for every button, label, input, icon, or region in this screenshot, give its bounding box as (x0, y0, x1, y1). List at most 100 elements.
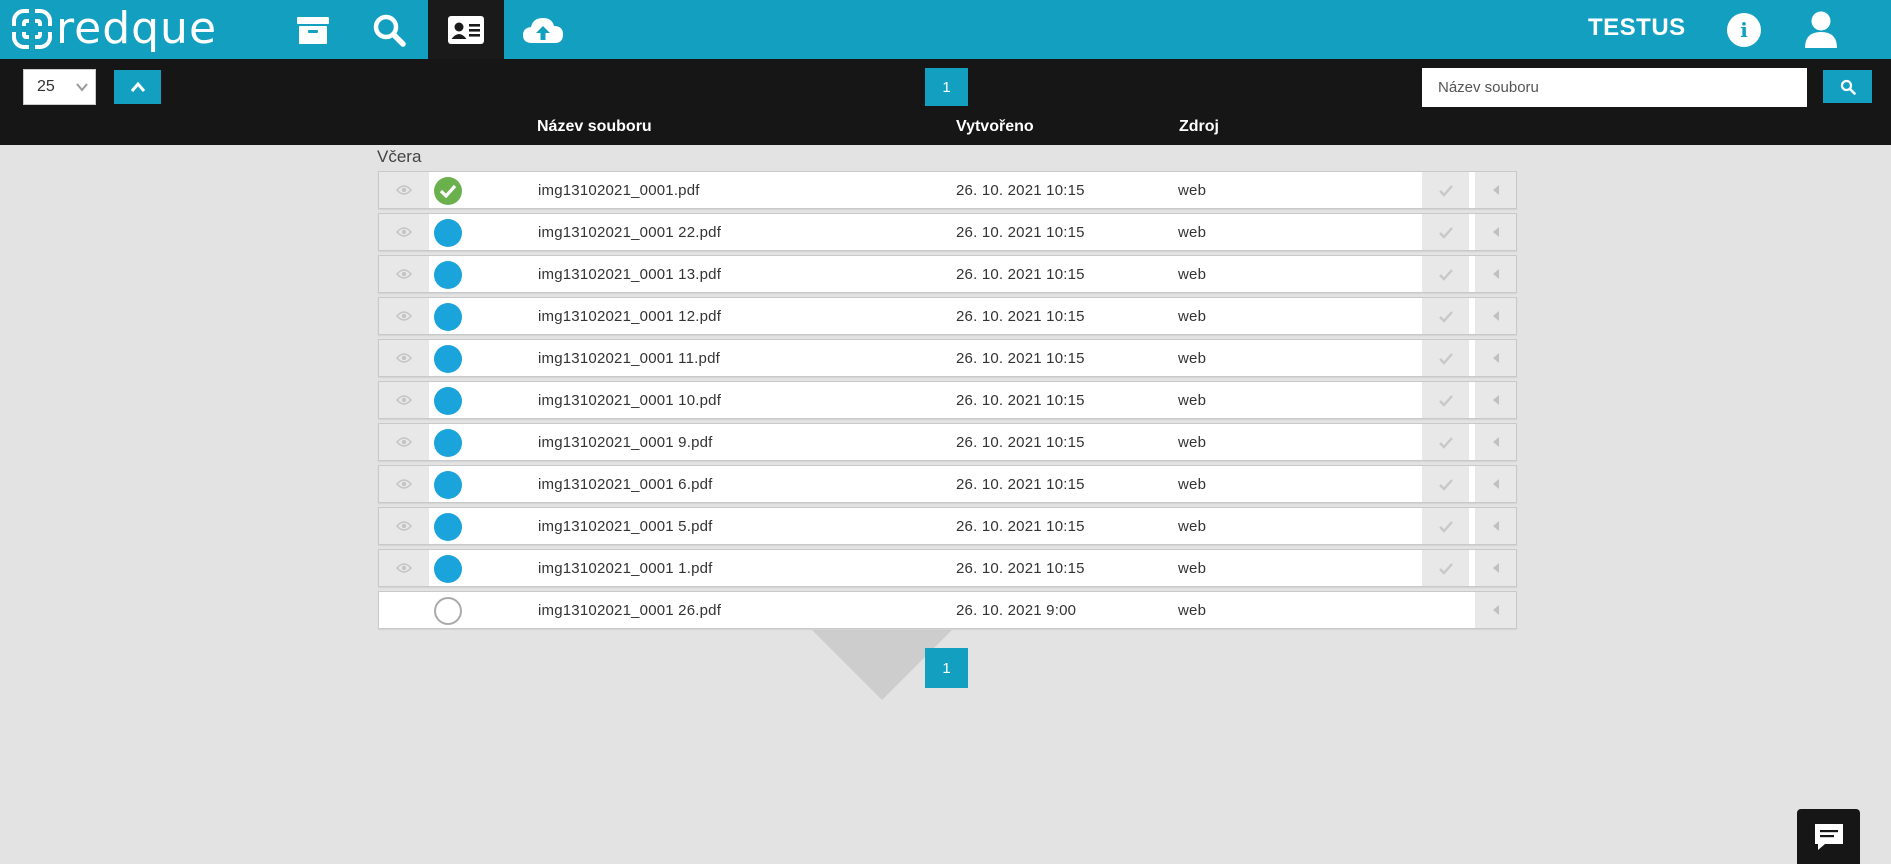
file-name[interactable]: img13102021_0001 1.pdf (538, 560, 713, 577)
expand-button[interactable] (1475, 424, 1516, 460)
column-header-created[interactable]: Vytvořeno (956, 118, 1034, 136)
source-label: web (1178, 476, 1207, 493)
approve-button[interactable] (1422, 424, 1469, 460)
expand-button[interactable] (1475, 298, 1516, 334)
approve-button[interactable] (1422, 298, 1469, 334)
file-name[interactable]: img13102021_0001 22.pdf (538, 224, 721, 241)
expand-button[interactable] (1475, 172, 1516, 208)
preview-button[interactable] (379, 214, 429, 250)
preview-button[interactable] (379, 508, 429, 544)
preview-button[interactable] (379, 466, 429, 502)
file-row[interactable]: img13102021_0001 12.pdf 26. 10. 2021 10:1… (378, 297, 1517, 335)
preview-button[interactable] (379, 550, 429, 586)
created-date: 26. 10. 2021 10:15 (956, 560, 1085, 577)
list-toolbar: 25 1 Název souboru Vytvořeno Zdroj (0, 59, 1891, 145)
expand-button[interactable] (1475, 592, 1516, 628)
file-row[interactable]: img13102021_0001 6.pdf 26. 10. 2021 10:15… (378, 465, 1517, 503)
eye-icon (396, 269, 412, 279)
collapse-button[interactable] (114, 70, 161, 104)
preview-button[interactable] (379, 256, 429, 292)
file-row[interactable]: img13102021_0001 11.pdf 26. 10. 2021 10:1… (378, 339, 1517, 377)
group-title: Včera (377, 147, 422, 166)
file-name[interactable]: img13102021_0001 9.pdf (538, 434, 713, 451)
check-icon (1438, 436, 1453, 449)
check-icon (1438, 520, 1453, 533)
file-row[interactable]: img13102021_0001 1.pdf 26. 10. 2021 10:15… (378, 549, 1517, 587)
pagination-page-bottom[interactable]: 1 (925, 648, 968, 688)
preview-button[interactable] (379, 382, 429, 418)
chevron-down-icon (76, 83, 88, 92)
id-card-icon (448, 15, 484, 44)
expand-button[interactable] (1475, 256, 1516, 292)
file-row[interactable]: img13102021_0001.pdf 26. 10. 2021 10:15 we… (378, 171, 1517, 209)
nav-upload-button[interactable] (505, 0, 581, 59)
file-row[interactable]: img13102021_0001 9.pdf 26. 10. 2021 10:15… (378, 423, 1517, 461)
eye-icon (396, 353, 412, 363)
username-label[interactable]: TESTUS (1588, 14, 1686, 42)
redque-logo-icon (12, 9, 52, 49)
logo[interactable]: redque (12, 6, 217, 52)
preview-button[interactable] (379, 172, 429, 208)
expand-button[interactable] (1475, 340, 1516, 376)
file-name[interactable]: img13102021_0001 10.pdf (538, 392, 721, 409)
file-row[interactable]: img13102021_0001 10.pdf 26. 10. 2021 10:1… (378, 381, 1517, 419)
status-indicator (434, 387, 462, 415)
caret-left-icon (1492, 521, 1499, 531)
approve-button[interactable] (1422, 256, 1469, 292)
nav-archive-button[interactable] (275, 0, 351, 59)
per-page-select[interactable]: 25 (23, 69, 96, 105)
status-indicator (434, 471, 462, 499)
column-header-name[interactable]: Název souboru (537, 118, 652, 136)
expand-button[interactable] (1475, 466, 1516, 502)
expand-button[interactable] (1475, 508, 1516, 544)
approve-button[interactable] (1422, 550, 1469, 586)
nav-search-button[interactable] (351, 0, 427, 59)
approve-button[interactable] (1422, 214, 1469, 250)
nav-documents-button[interactable] (428, 0, 504, 59)
preview-button[interactable] (379, 298, 429, 334)
eye-icon (396, 437, 412, 447)
info-button[interactable]: i (1727, 13, 1761, 47)
filename-search-input[interactable] (1422, 68, 1807, 107)
file-name[interactable]: img13102021_0001 12.pdf (538, 308, 721, 325)
check-icon (1438, 184, 1453, 197)
created-date: 26. 10. 2021 10:15 (956, 266, 1085, 283)
created-date: 26. 10. 2021 10:15 (956, 308, 1085, 325)
caret-left-icon (1492, 227, 1499, 237)
expand-button[interactable] (1475, 382, 1516, 418)
file-row[interactable]: img13102021_0001 5.pdf 26. 10. 2021 10:15… (378, 507, 1517, 545)
file-name[interactable]: img13102021_0001 13.pdf (538, 266, 721, 283)
created-date: 26. 10. 2021 10:15 (956, 518, 1085, 535)
column-header-source[interactable]: Zdroj (1179, 118, 1219, 136)
approve-button[interactable] (1422, 340, 1469, 376)
search-submit-button[interactable] (1823, 70, 1872, 103)
approve-button[interactable] (1422, 172, 1469, 208)
expand-button[interactable] (1475, 214, 1516, 250)
pagination-page-top[interactable]: 1 (925, 68, 968, 106)
caret-left-icon (1492, 479, 1499, 489)
status-indicator (434, 555, 462, 583)
preview-button[interactable] (379, 340, 429, 376)
status-indicator (434, 429, 462, 457)
approve-button[interactable] (1422, 466, 1469, 502)
check-icon (1438, 268, 1453, 281)
file-row[interactable]: img13102021_0001 26.pdf 26. 10. 2021 9:00… (378, 591, 1517, 629)
preview-button[interactable] (379, 424, 429, 460)
file-row[interactable]: img13102021_0001 13.pdf 26. 10. 2021 10:1… (378, 255, 1517, 293)
file-name[interactable]: img13102021_0001 26.pdf (538, 602, 721, 619)
file-name[interactable]: img13102021_0001 5.pdf (538, 518, 713, 535)
file-row[interactable]: img13102021_0001 22.pdf 26. 10. 2021 10:1… (378, 213, 1517, 251)
approve-button[interactable] (1422, 382, 1469, 418)
file-name[interactable]: img13102021_0001.pdf (538, 182, 700, 199)
chat-button[interactable] (1797, 809, 1860, 864)
approve-button[interactable] (1422, 508, 1469, 544)
file-name[interactable]: img13102021_0001 6.pdf (538, 476, 713, 493)
eye-icon (396, 227, 412, 237)
user-account-button[interactable] (1802, 10, 1840, 50)
expand-button[interactable] (1475, 550, 1516, 586)
source-label: web (1178, 266, 1207, 283)
per-page-value: 25 (37, 78, 55, 95)
status-indicator (434, 597, 462, 625)
source-label: web (1178, 224, 1207, 241)
file-name[interactable]: img13102021_0001 11.pdf (538, 350, 720, 367)
